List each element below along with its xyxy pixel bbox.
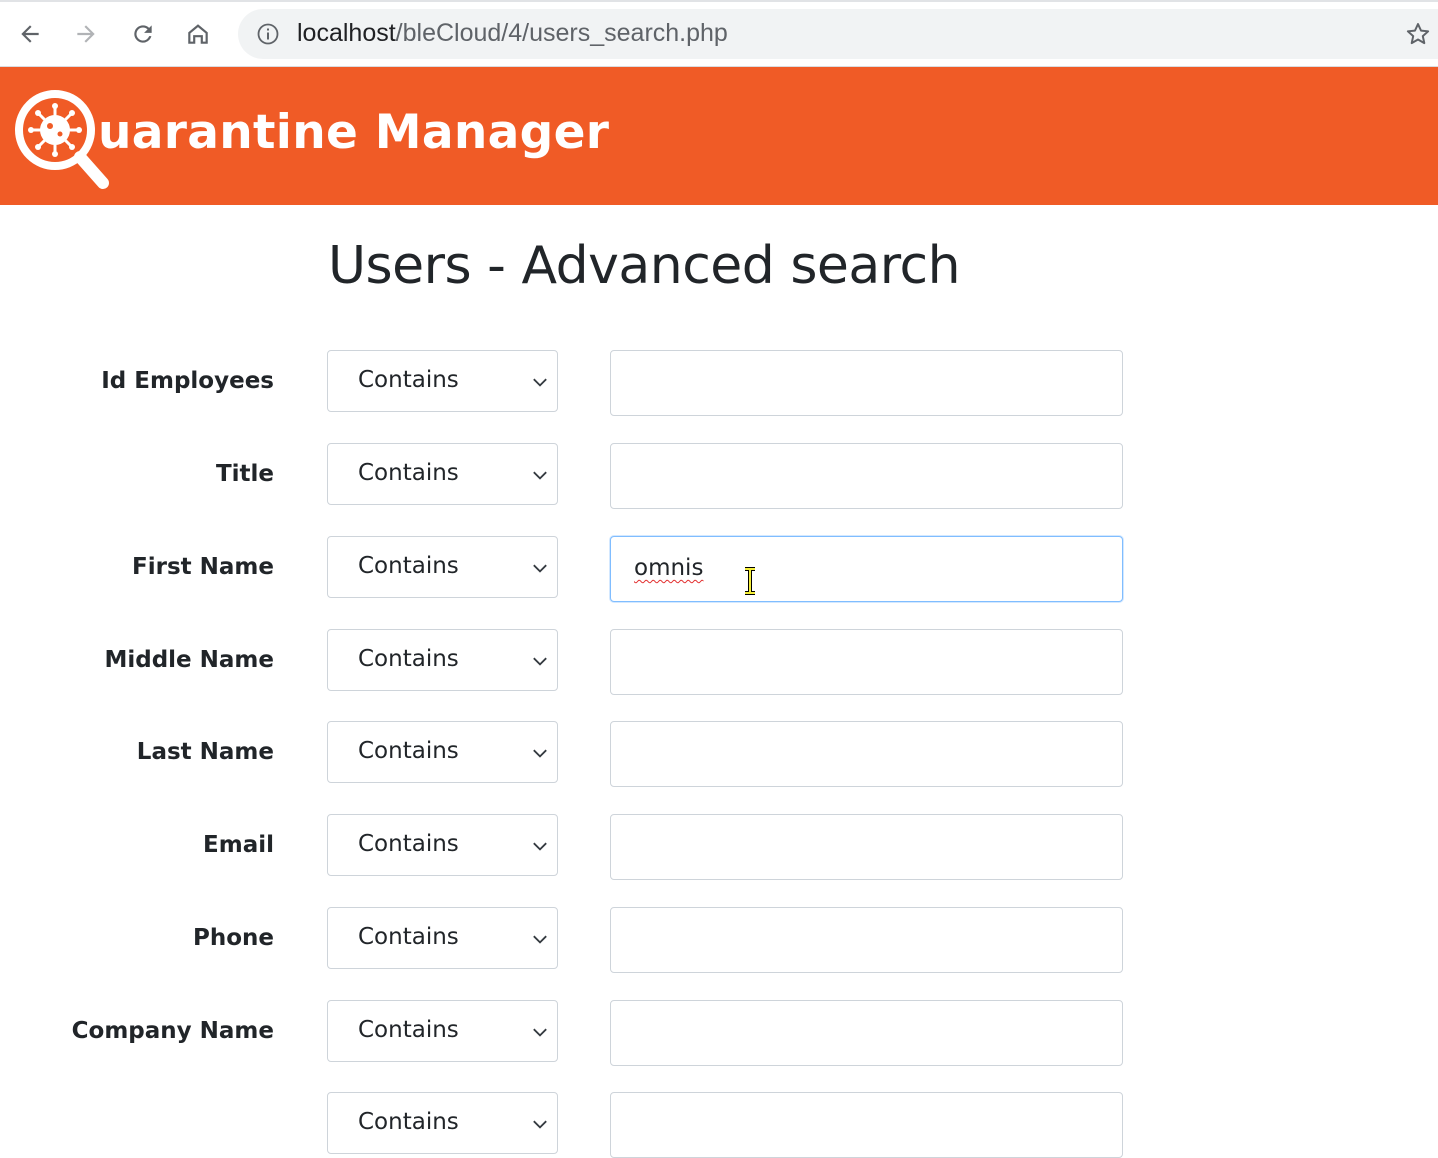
reload-icon: [134, 25, 152, 43]
tab-strip: [0, 0, 1438, 2]
operator-selected-value: Contains: [358, 831, 459, 857]
field-label: Title: [215, 461, 274, 487]
chevron-down-icon: [533, 471, 547, 480]
operator-selected-value: Contains: [358, 367, 459, 393]
operator-select[interactable]: Contains: [327, 907, 558, 969]
search-value-input[interactable]: [610, 907, 1123, 973]
field-label: First Name: [132, 554, 274, 580]
search-value-input[interactable]: [610, 629, 1123, 695]
back-arrow-icon: [21, 25, 39, 43]
search-value-input[interactable]: [610, 1092, 1123, 1158]
operator-select[interactable]: Contains: [327, 350, 558, 412]
field-label: Last Name: [136, 739, 274, 765]
forward-button[interactable]: [66, 14, 106, 54]
field-label: Phone: [192, 925, 274, 951]
form-row-id-employees: Id Employees Contains: [0, 350, 1438, 416]
operator-selected-value: Contains: [358, 460, 459, 486]
search-value-input[interactable]: [610, 350, 1123, 416]
header-banner: uarantine Manager: [0, 67, 1438, 205]
back-button[interactable]: [10, 14, 50, 54]
chevron-down-icon: [533, 1028, 547, 1037]
chevron-down-icon: [533, 842, 547, 851]
address-bar[interactable]: localhost/bleCloud/4/users_search.php: [238, 9, 1438, 59]
form-row-email: Email Contains: [0, 814, 1438, 880]
operator-select[interactable]: Contains: [327, 814, 558, 876]
operator-select[interactable]: Contains: [327, 1092, 558, 1154]
forward-arrow-icon: [77, 25, 95, 43]
operator-selected-value: Contains: [358, 924, 459, 950]
field-label: Middle Name: [104, 647, 274, 673]
search-value-input[interactable]: [610, 814, 1123, 880]
form-row-last-name: Last Name Contains: [0, 721, 1438, 787]
text-cursor-icon: [745, 567, 755, 595]
form-row-phone: Phone Contains: [0, 907, 1438, 973]
operator-selected-value: Contains: [358, 1109, 459, 1135]
field-label: Id Employees: [101, 368, 274, 394]
operator-select[interactable]: Contains: [327, 443, 558, 505]
field-label: Email: [203, 832, 274, 858]
search-value-input[interactable]: [610, 1000, 1123, 1066]
url-text[interactable]: localhost/bleCloud/4/users_search.php: [297, 19, 728, 48]
url-host: localhost: [297, 19, 396, 47]
chevron-down-icon: [533, 378, 547, 387]
operator-select[interactable]: Contains: [327, 721, 558, 783]
chevron-down-icon: [533, 657, 547, 666]
chevron-down-icon: [533, 749, 547, 758]
search-value-input[interactable]: omnis: [610, 536, 1123, 602]
url-path: /bleCloud/4/users_search.php: [395, 19, 728, 47]
chevron-down-icon: [533, 935, 547, 944]
search-value-input[interactable]: [610, 721, 1123, 787]
site-info-icon[interactable]: [256, 22, 280, 46]
browser-toolbar: localhost/bleCloud/4/users_search.php: [0, 0, 1438, 67]
form-row-middle-name: Middle Name Contains: [0, 629, 1438, 695]
home-button[interactable]: [178, 14, 218, 54]
form-row-title: Title Contains: [0, 443, 1438, 509]
home-icon: [188, 24, 208, 44]
operator-selected-value: Contains: [358, 646, 459, 672]
operator-select[interactable]: Contains: [327, 536, 558, 598]
form-row-partial: Contains: [0, 1092, 1438, 1158]
bookmark-star-icon[interactable]: [1404, 20, 1432, 48]
field-label: Company Name: [71, 1018, 274, 1044]
page-title: Users - Advanced search: [328, 236, 961, 296]
chevron-down-icon: [533, 564, 547, 573]
chevron-down-icon: [533, 1120, 547, 1129]
form-row-first-name: First Name Contains omnis: [0, 536, 1438, 602]
input-value: omnis: [634, 555, 704, 581]
search-value-input[interactable]: [610, 443, 1123, 509]
operator-select[interactable]: Contains: [327, 1000, 558, 1062]
form-row-company-name: Company Name Contains: [0, 1000, 1438, 1066]
reload-button[interactable]: [123, 14, 163, 54]
app-name[interactable]: uarantine Manager: [98, 105, 609, 160]
operator-selected-value: Contains: [358, 1017, 459, 1043]
operator-selected-value: Contains: [358, 553, 459, 579]
operator-selected-value: Contains: [358, 738, 459, 764]
operator-select[interactable]: Contains: [327, 629, 558, 691]
